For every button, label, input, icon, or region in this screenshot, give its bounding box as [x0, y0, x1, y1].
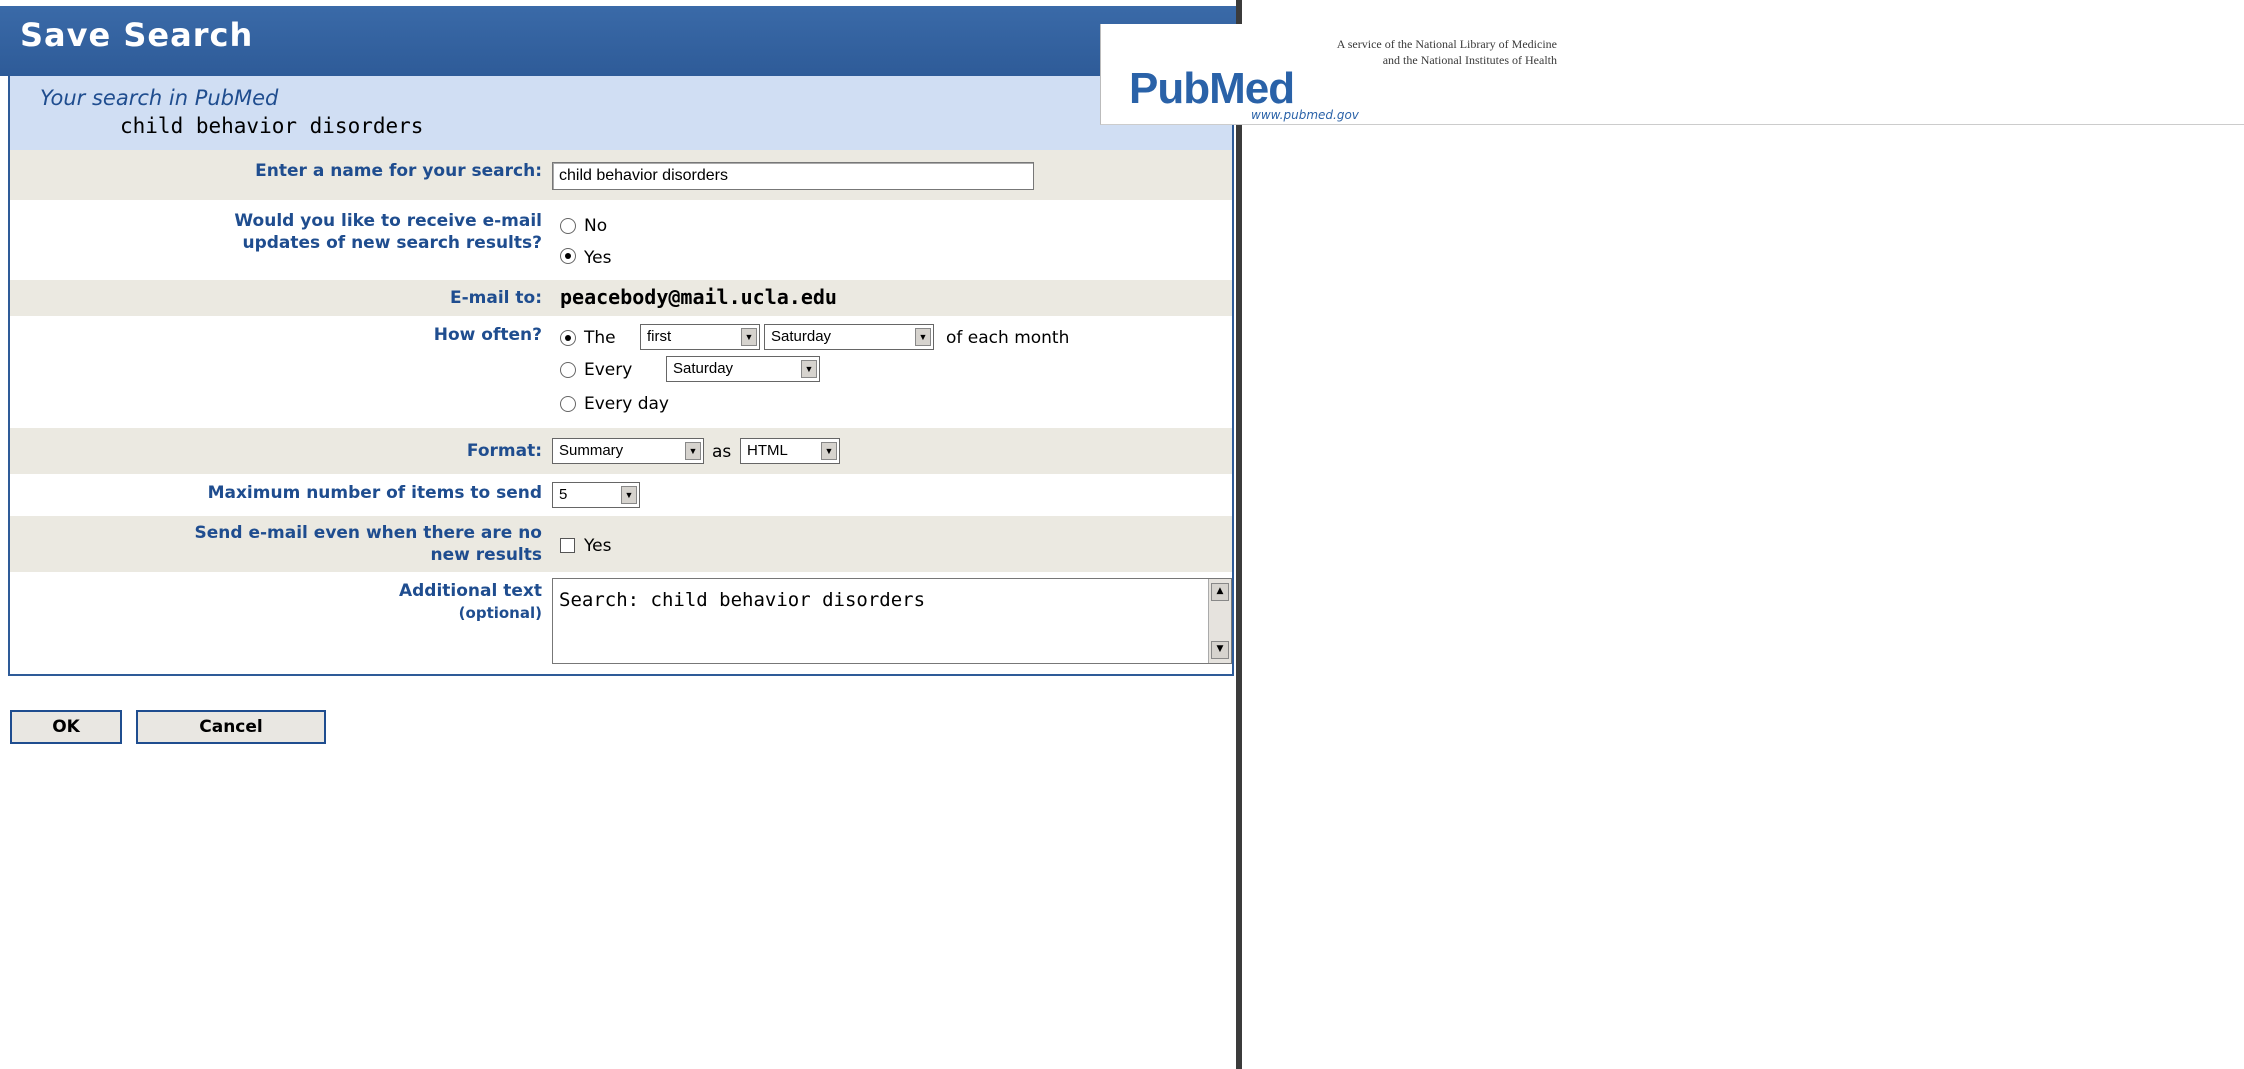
service-line-2: and the National Institutes of Health	[1382, 53, 1557, 67]
format-value: Summary	[559, 442, 624, 459]
email-label: E-mail to:	[449, 288, 542, 308]
updates-no-radio[interactable]	[560, 218, 576, 234]
chevron-down-icon: ▼	[821, 442, 837, 460]
chevron-down-icon: ▼	[741, 328, 757, 346]
chevron-down-icon: ▼	[801, 360, 817, 378]
ordinal-select[interactable]: first ▼	[640, 324, 760, 350]
brand-pub-text: Pub	[1129, 64, 1210, 113]
max-items-label: Maximum number of items to send	[207, 483, 542, 503]
scroll-up-icon[interactable]: ▲	[1211, 583, 1229, 601]
brand-med-text: Med	[1209, 64, 1295, 113]
output-format-value: HTML	[747, 442, 788, 459]
weekday-select[interactable]: Saturday ▼	[764, 324, 934, 350]
empty-results-row: Send e-mail even when there are no new r…	[10, 516, 1232, 572]
email-row: E-mail to: peacebody@mail.ucla.edu	[10, 280, 1232, 316]
empty-results-label-line1: Send e-mail even when there are no	[194, 523, 542, 543]
search-summary: Your search in PubMed child behavior dis…	[10, 76, 1232, 150]
additional-text-optional: (optional)	[458, 604, 542, 622]
service-statement: A service of the National Library of Med…	[1327, 36, 1557, 68]
output-format-select[interactable]: HTML ▼	[740, 438, 840, 464]
textarea-scrollbar[interactable]: ▲ ▼	[1208, 579, 1231, 663]
ok-button[interactable]: OK	[10, 710, 122, 744]
format-as-label: as	[712, 442, 732, 462]
email-value: peacebody@mail.ucla.edu	[560, 285, 837, 309]
chevron-down-icon: ▼	[621, 486, 637, 504]
pubmed-logo: PubMed www.pubmed.gov A service of the N…	[1100, 24, 2244, 125]
frequency-every-label: Every	[584, 360, 633, 380]
frequency-every-radio[interactable]	[560, 362, 576, 378]
additional-text-label: Additional text	[398, 581, 542, 601]
frequency-row: How often? The first ▼ Saturday ▼ of eac…	[10, 316, 1232, 426]
pubmed-brand: PubMed	[1129, 64, 1295, 114]
frequency-the-label: The	[584, 328, 616, 348]
max-items-select[interactable]: 5 ▼	[552, 482, 640, 508]
name-label: Enter a name for your search:	[255, 161, 542, 181]
format-row: Format: Summary ▼ as HTML ▼	[10, 428, 1232, 474]
ordinal-value: first	[647, 328, 672, 345]
service-line-1: A service of the National Library of Med…	[1336, 37, 1557, 51]
weekday-value: Saturday	[771, 328, 832, 345]
chevron-down-icon: ▼	[685, 442, 701, 460]
updates-no-label: No	[584, 216, 608, 236]
pubmed-url: www.pubmed.gov	[1251, 108, 1359, 122]
additional-text-value: Search: child behavior disorders	[559, 589, 926, 611]
empty-results-checkbox-label: Yes	[584, 536, 612, 556]
additional-text-area[interactable]: Search: child behavior disorders ▲ ▼	[552, 578, 1232, 664]
every-weekday-value: Saturday	[673, 360, 734, 377]
frequency-the-radio[interactable]	[560, 330, 576, 346]
dialog-title: Save Search	[20, 16, 254, 54]
search-query-text: child behavior disorders	[120, 114, 424, 138]
updates-yes-radio[interactable]	[560, 248, 576, 264]
frequency-daily-label: Every day	[584, 394, 669, 414]
scroll-down-icon[interactable]: ▼	[1211, 641, 1229, 659]
max-items-value: 5	[559, 486, 568, 503]
updates-label-line1: Would you like to receive e-mail	[234, 211, 542, 231]
search-name-input[interactable]	[552, 162, 1034, 190]
chevron-down-icon: ▼	[915, 328, 931, 346]
save-search-dialog: Save Search Your search in PubMed child …	[0, 0, 1242, 1069]
name-row: Enter a name for your search:	[10, 150, 1232, 200]
format-select[interactable]: Summary ▼	[552, 438, 704, 464]
max-items-row: Maximum number of items to send 5 ▼	[10, 474, 1232, 516]
updates-label-line2: updates of new search results?	[242, 233, 542, 253]
cancel-button[interactable]: Cancel	[136, 710, 326, 744]
form-panel: Your search in PubMed child behavior dis…	[8, 76, 1234, 676]
frequency-suffix: of each month	[946, 328, 1070, 348]
updates-yes-label: Yes	[584, 248, 612, 268]
empty-results-checkbox[interactable]	[560, 538, 575, 553]
empty-results-label-line2: new results	[430, 545, 542, 565]
search-summary-label: Your search in PubMed	[40, 86, 279, 110]
format-label: Format:	[466, 441, 542, 461]
every-weekday-select[interactable]: Saturday ▼	[666, 356, 820, 382]
frequency-daily-radio[interactable]	[560, 396, 576, 412]
updates-row: Would you like to receive e-mail updates…	[10, 200, 1232, 278]
frequency-label: How often?	[433, 325, 542, 345]
title-bar: Save Search	[0, 6, 1236, 76]
